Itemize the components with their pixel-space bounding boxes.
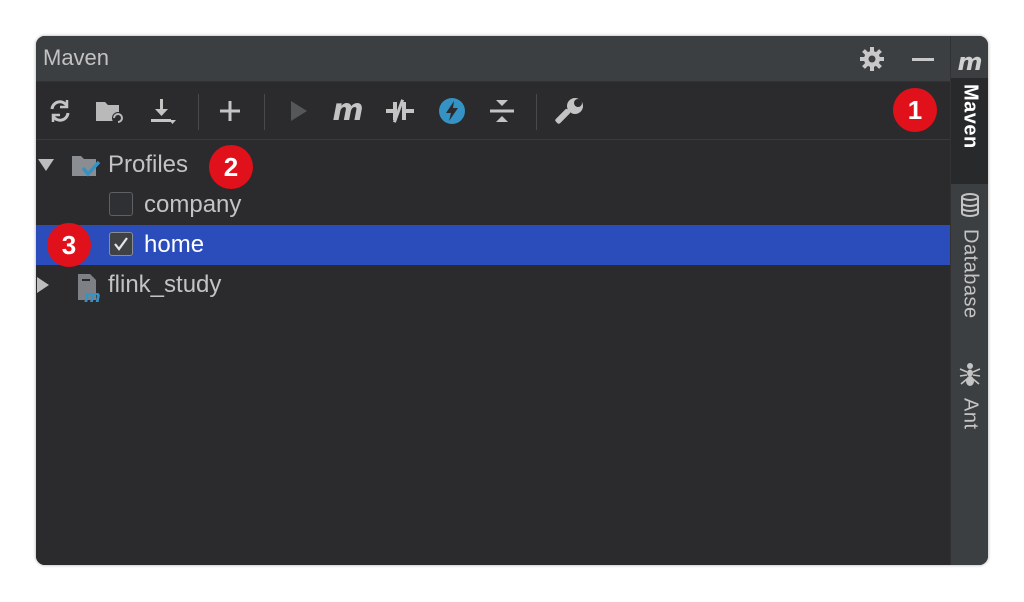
maven-goal-icon[interactable]: m bbox=[332, 95, 364, 127]
project-label: flink_study bbox=[108, 271, 222, 298]
toolbar-separator bbox=[536, 94, 537, 130]
maven-panel: Maven m Profiles company home m flink_st… bbox=[36, 36, 950, 565]
maven-project-icon: m bbox=[74, 271, 104, 308]
profile-checkbox-home[interactable] bbox=[109, 232, 133, 256]
tab-database[interactable]: Database bbox=[951, 186, 988, 337]
minimize-icon[interactable] bbox=[908, 44, 938, 74]
profile-row-company[interactable]: company bbox=[36, 185, 950, 225]
reload-icon[interactable] bbox=[44, 95, 76, 127]
toolbar-separator bbox=[198, 94, 199, 130]
wrench-icon[interactable] bbox=[554, 95, 586, 127]
toggle-offline-icon[interactable] bbox=[384, 95, 416, 127]
expand-arrow-icon[interactable] bbox=[38, 159, 54, 171]
checkmark-icon bbox=[114, 237, 128, 251]
download-icon[interactable] bbox=[146, 95, 178, 127]
tab-maven[interactable]: Maven bbox=[951, 78, 988, 184]
tab-ant-label: Ant bbox=[959, 398, 982, 430]
database-icon bbox=[959, 192, 981, 223]
tree-node-profiles[interactable]: Profiles bbox=[36, 145, 950, 185]
toolbar-separator bbox=[264, 94, 265, 130]
profile-label-home: home bbox=[144, 231, 205, 258]
run-icon[interactable] bbox=[282, 95, 314, 127]
collapse-all-icon[interactable] bbox=[486, 95, 518, 127]
annotation-badge-2: 2 bbox=[209, 145, 253, 189]
generate-sources-icon[interactable] bbox=[94, 95, 126, 127]
tab-maven-label: Maven bbox=[959, 84, 982, 149]
tab-ant[interactable]: Ant bbox=[951, 361, 988, 441]
annotation-badge-1: 1 bbox=[893, 88, 937, 132]
panel-title: Maven bbox=[43, 45, 110, 70]
tree-node-project[interactable]: m flink_study bbox=[36, 265, 950, 308]
panel-header: Maven bbox=[36, 36, 950, 82]
profiles-label: Profiles bbox=[108, 151, 189, 178]
tool-window-strip: m Maven Database Ant bbox=[950, 36, 988, 565]
svg-text:m: m bbox=[84, 287, 101, 303]
profiles-folder-icon bbox=[71, 153, 103, 184]
ant-icon bbox=[958, 361, 982, 392]
profile-checkbox-company[interactable] bbox=[109, 192, 133, 216]
add-icon[interactable] bbox=[214, 95, 246, 127]
collapse-arrow-icon[interactable] bbox=[37, 277, 49, 293]
tab-database-label: Database bbox=[959, 229, 982, 319]
maven-m-icon: m bbox=[957, 48, 983, 76]
skip-tests-icon[interactable] bbox=[436, 95, 468, 127]
gear-icon[interactable] bbox=[857, 44, 887, 74]
profile-label-company: company bbox=[144, 191, 242, 218]
maven-toolbar: m bbox=[36, 82, 950, 140]
annotation-badge-3: 3 bbox=[47, 223, 91, 267]
maven-tool-window: Maven m Profiles company home m flink_st… bbox=[36, 36, 988, 565]
profile-row-home[interactable]: home bbox=[36, 225, 950, 265]
